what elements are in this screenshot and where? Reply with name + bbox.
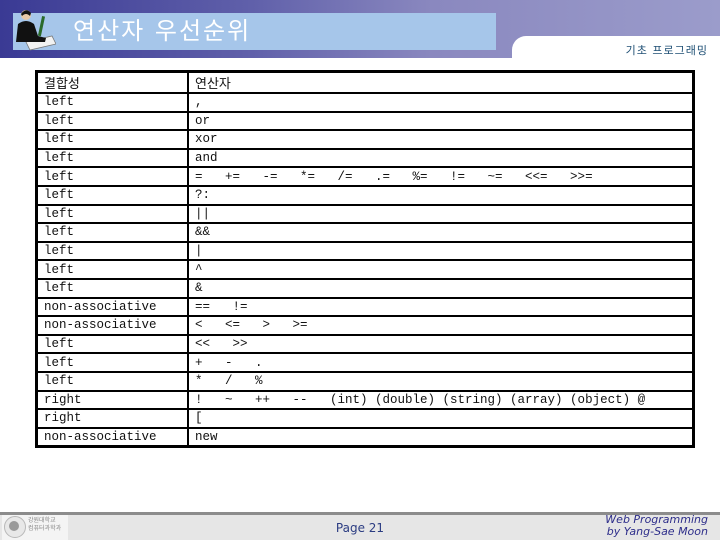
- credit-line-2: by Yang-Sae Moon: [606, 525, 708, 538]
- operators-cell: < <= > >=: [187, 315, 695, 336]
- credit: Web Programming by Yang-Sae Moon: [605, 514, 708, 538]
- table-row: left and: [35, 147, 695, 169]
- associativity-cell: right: [35, 389, 189, 411]
- operators-cell: ?:: [187, 184, 695, 206]
- associativity-cell: left: [35, 222, 189, 243]
- associativity-cell: left: [35, 259, 189, 280]
- table-row: left &&: [35, 222, 695, 243]
- table-row: left + - .: [35, 352, 695, 373]
- associativity-cell: left: [35, 129, 189, 150]
- associativity-cell: left: [35, 352, 189, 373]
- table-row: left?:: [35, 184, 695, 206]
- table-row: right! ~ ++ -- (int) (double) (string) (…: [35, 389, 695, 411]
- associativity-cell: left: [35, 184, 189, 206]
- operators-cell: ^: [187, 259, 695, 280]
- associativity-cell: left: [35, 240, 189, 262]
- course-name: 기초 프로그래밍: [625, 44, 708, 57]
- associativity-cell: non-associative: [35, 426, 189, 448]
- associativity-cell: left: [35, 370, 189, 392]
- operators-cell: xor: [187, 129, 695, 150]
- operators-cell: + - .: [187, 352, 695, 373]
- operators-cell: new: [187, 426, 695, 448]
- operators-cell: << >>: [187, 333, 695, 355]
- associativity-cell: non-associative: [35, 315, 189, 336]
- table-header-row: 결합성 연산자: [35, 70, 695, 94]
- operators-cell: * / %: [187, 370, 695, 392]
- operators-cell: == !=: [187, 296, 695, 318]
- table-row: non-associative new: [35, 426, 695, 448]
- associativity-cell: left: [35, 147, 189, 169]
- table-row: non-associative < <= > >=: [35, 315, 695, 336]
- table-row: left or: [35, 110, 695, 132]
- associativity-cell: left: [35, 110, 189, 132]
- associativity-cell: right: [35, 408, 189, 429]
- operators-cell: &&: [187, 222, 695, 243]
- table-row: non-associative == !=: [35, 296, 695, 318]
- associativity-cell: left: [35, 277, 189, 299]
- associativity-cell: left: [35, 203, 189, 225]
- operators-cell: and: [187, 147, 695, 169]
- associativity-cell: left: [35, 92, 189, 113]
- page-title: 연산자 우선순위: [73, 17, 252, 45]
- table-row: left * / %: [35, 370, 695, 392]
- table-row: left ||: [35, 203, 695, 225]
- table-row: left << >>: [35, 333, 695, 355]
- operators-cell: [: [187, 408, 695, 429]
- operators-cell: = += -= *= /= .= %= != ~= <<= >>=: [187, 166, 695, 187]
- person-writing-icon: [16, 10, 56, 51]
- operators-cell: ||: [187, 203, 695, 225]
- operators-cell: &: [187, 277, 695, 299]
- operators-cell: or: [187, 110, 695, 132]
- table-row: left &: [35, 277, 695, 299]
- table-row: left = += -= *= /= .= %= != ~= <<= >>=: [35, 166, 695, 187]
- operators-cell: ,: [187, 92, 695, 113]
- table-row: left xor: [35, 129, 695, 150]
- associativity-cell: non-associative: [35, 296, 189, 318]
- operator-precedence-table: 결합성 연산자 left, left or left xor left and left = +…: [35, 70, 695, 449]
- associativity-cell: left: [35, 166, 189, 187]
- column-header-operators: 연산자: [187, 70, 695, 94]
- operators-cell: |: [187, 240, 695, 262]
- associativity-cell: left: [35, 333, 189, 355]
- table-row: left |: [35, 240, 695, 262]
- operators-cell: ! ~ ++ -- (int) (double) (string) (array…: [187, 389, 695, 411]
- table-row: left ^: [35, 259, 695, 280]
- table-row: right[: [35, 408, 695, 429]
- table-row: left,: [35, 92, 695, 113]
- column-header-associativity: 결합성: [35, 70, 189, 94]
